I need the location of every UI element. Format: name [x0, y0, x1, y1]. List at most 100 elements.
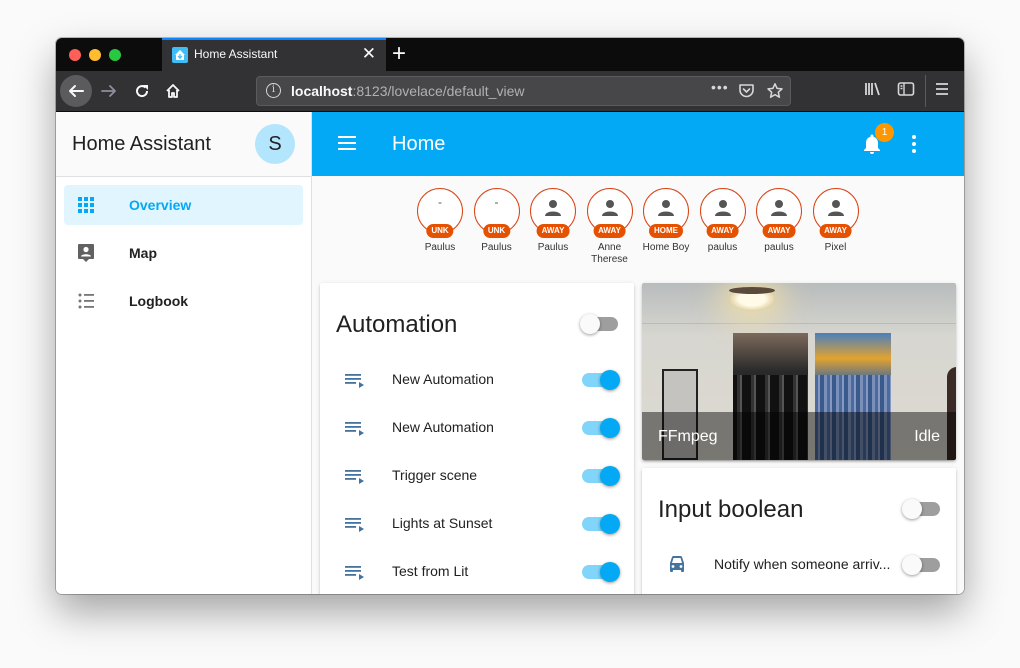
- view-dashboard-icon: [76, 195, 96, 215]
- sidebar-item-overview[interactable]: Overview: [64, 185, 303, 225]
- sidebar-toggle-icon[interactable]: [897, 81, 915, 102]
- playlist-play-icon: [344, 563, 366, 586]
- automation-row-toggle[interactable]: [582, 562, 620, 582]
- badge-state-label: AWAY: [706, 224, 739, 238]
- person-badge[interactable]: AWAY Anne Therese: [582, 188, 638, 266]
- badge-circle: AWAY: [530, 188, 576, 238]
- sidebar: Home Assistant S Overview Map Logbook: [56, 112, 312, 594]
- maximize-window-button[interactable]: [109, 49, 121, 61]
- url-bar[interactable]: i localhost:8123/lovelace/default_view •…: [256, 76, 791, 106]
- url-text[interactable]: localhost:8123/lovelace/default_view: [291, 83, 524, 99]
- badge-state-label: AWAY: [819, 224, 852, 238]
- toggle-knob: [902, 555, 922, 575]
- info-icon[interactable]: i: [266, 83, 281, 98]
- close-window-button[interactable]: [69, 49, 81, 61]
- person-badge[interactable]: - UNK Paulus: [412, 188, 468, 254]
- badge-name: Paulus: [424, 242, 456, 253]
- sidebar-header: Home Assistant S: [56, 112, 311, 177]
- person-badge[interactable]: AWAY paulus: [751, 188, 807, 254]
- sidebar-item-map[interactable]: Map: [64, 233, 303, 273]
- playlist-play-icon: [344, 467, 366, 490]
- hamburger-menu-icon[interactable]: [935, 81, 949, 102]
- automation-row-toggle[interactable]: [582, 370, 620, 390]
- input-boolean-row-toggle[interactable]: [902, 555, 940, 575]
- automation-card: Automation New Automation New Automation T…: [320, 283, 634, 594]
- automation-row-toggle[interactable]: [582, 466, 620, 486]
- badge-name: Home Boy: [642, 242, 690, 253]
- badge-name: Anne Therese: [591, 242, 628, 265]
- home-assistant-favicon-icon: [172, 47, 188, 63]
- toggle-knob: [600, 370, 620, 390]
- camera-card[interactable]: FFmpeg Idle: [642, 283, 956, 460]
- badge-state-label: AWAY: [593, 224, 626, 238]
- badge-name: Paulus: [537, 242, 569, 253]
- notification-count-badge: 1: [875, 123, 894, 142]
- person-badge[interactable]: AWAY Paulus: [525, 188, 581, 254]
- app-header: Home 1: [312, 112, 964, 176]
- page-actions-icon[interactable]: •••: [711, 79, 729, 95]
- format-list-bulleted-icon: [76, 291, 96, 311]
- badge-circle: - UNK: [417, 188, 463, 238]
- ceiling-line: [642, 323, 956, 324]
- badges-row: - UNK Paulus - UNK Paulus AWAY Paulus AWAY Anne T…: [312, 188, 964, 273]
- person-icon: [657, 199, 675, 222]
- main-view: - UNK Paulus - UNK Paulus AWAY Paulus AWAY Anne T…: [312, 176, 964, 594]
- input-boolean-master-toggle[interactable]: [902, 499, 940, 519]
- bookmark-star-icon[interactable]: [766, 82, 784, 105]
- badge-name: paulus: [707, 242, 738, 253]
- person-badge[interactable]: AWAY Pixel: [808, 188, 864, 254]
- person-badge[interactable]: - UNK Paulus: [469, 188, 525, 254]
- home-icon[interactable]: [157, 75, 189, 107]
- input-boolean-row-label: Notify when someone arriv...: [714, 556, 891, 572]
- badge-state-label: UNK: [482, 224, 511, 238]
- sidebar-item-logbook[interactable]: Logbook: [64, 281, 303, 321]
- badge-circle: AWAY: [699, 188, 746, 238]
- tab-close-icon[interactable]: ✕: [362, 44, 376, 64]
- automation-master-toggle[interactable]: [580, 314, 618, 334]
- toggle-knob: [600, 466, 620, 486]
- navigation-toolbar: i localhost:8123/lovelace/default_view •…: [56, 71, 964, 112]
- card-title: Input boolean: [658, 496, 804, 523]
- lamp-rim: [729, 287, 775, 294]
- automation-row-label: New Automation: [392, 371, 494, 387]
- page-content: Home Assistant S Overview Map Logbook Ho…: [56, 112, 964, 594]
- menu-icon[interactable]: [337, 134, 357, 157]
- back-arrow-icon[interactable]: [60, 75, 92, 107]
- badge-name: paulus: [764, 242, 794, 253]
- account-location-icon: [76, 243, 96, 263]
- toggle-knob: [902, 499, 922, 519]
- camera-state: Idle: [914, 428, 940, 445]
- badge-circle: - UNK: [473, 188, 520, 238]
- person-icon: [544, 199, 562, 222]
- camera-footer: FFmpeg Idle: [642, 412, 956, 460]
- reload-icon[interactable]: [126, 75, 158, 107]
- automation-row-label: Test from Lit: [392, 563, 469, 579]
- browser-tab[interactable]: Home Assistant ✕: [162, 38, 386, 71]
- input-boolean-card: Input boolean Notify when someone arriv.…: [642, 468, 956, 594]
- toggle-knob: [600, 562, 620, 582]
- badge-value: -: [494, 195, 499, 209]
- person-icon: [714, 199, 732, 222]
- badge-state-label: UNK: [426, 224, 454, 238]
- badge-name: Pixel: [824, 242, 847, 253]
- automation-row-toggle[interactable]: [582, 418, 620, 438]
- person-badge[interactable]: AWAY paulus: [695, 188, 751, 254]
- more-options-icon[interactable]: [910, 134, 918, 159]
- automation-row-toggle[interactable]: [582, 514, 620, 534]
- user-avatar[interactable]: S: [255, 124, 295, 164]
- badge-state-label: HOME: [649, 224, 683, 238]
- badge-circle: AWAY: [756, 188, 802, 238]
- playlist-play-icon: [344, 371, 366, 394]
- pocket-icon[interactable]: [738, 83, 755, 104]
- card-title: Automation: [336, 311, 458, 338]
- person-badge[interactable]: HOME Home Boy: [638, 188, 694, 254]
- minimize-window-button[interactable]: [89, 49, 101, 61]
- automation-row-label: Trigger scene: [392, 467, 478, 483]
- sidebar-item-label: Logbook: [129, 293, 189, 309]
- forward-arrow-icon[interactable]: [93, 75, 125, 107]
- library-icon[interactable]: [864, 81, 882, 102]
- sidebar-item-label: Overview: [129, 197, 192, 213]
- page-title: Home: [392, 133, 446, 155]
- sidebar-item-label: Map: [129, 245, 157, 261]
- new-tab-icon[interactable]: +: [392, 40, 406, 68]
